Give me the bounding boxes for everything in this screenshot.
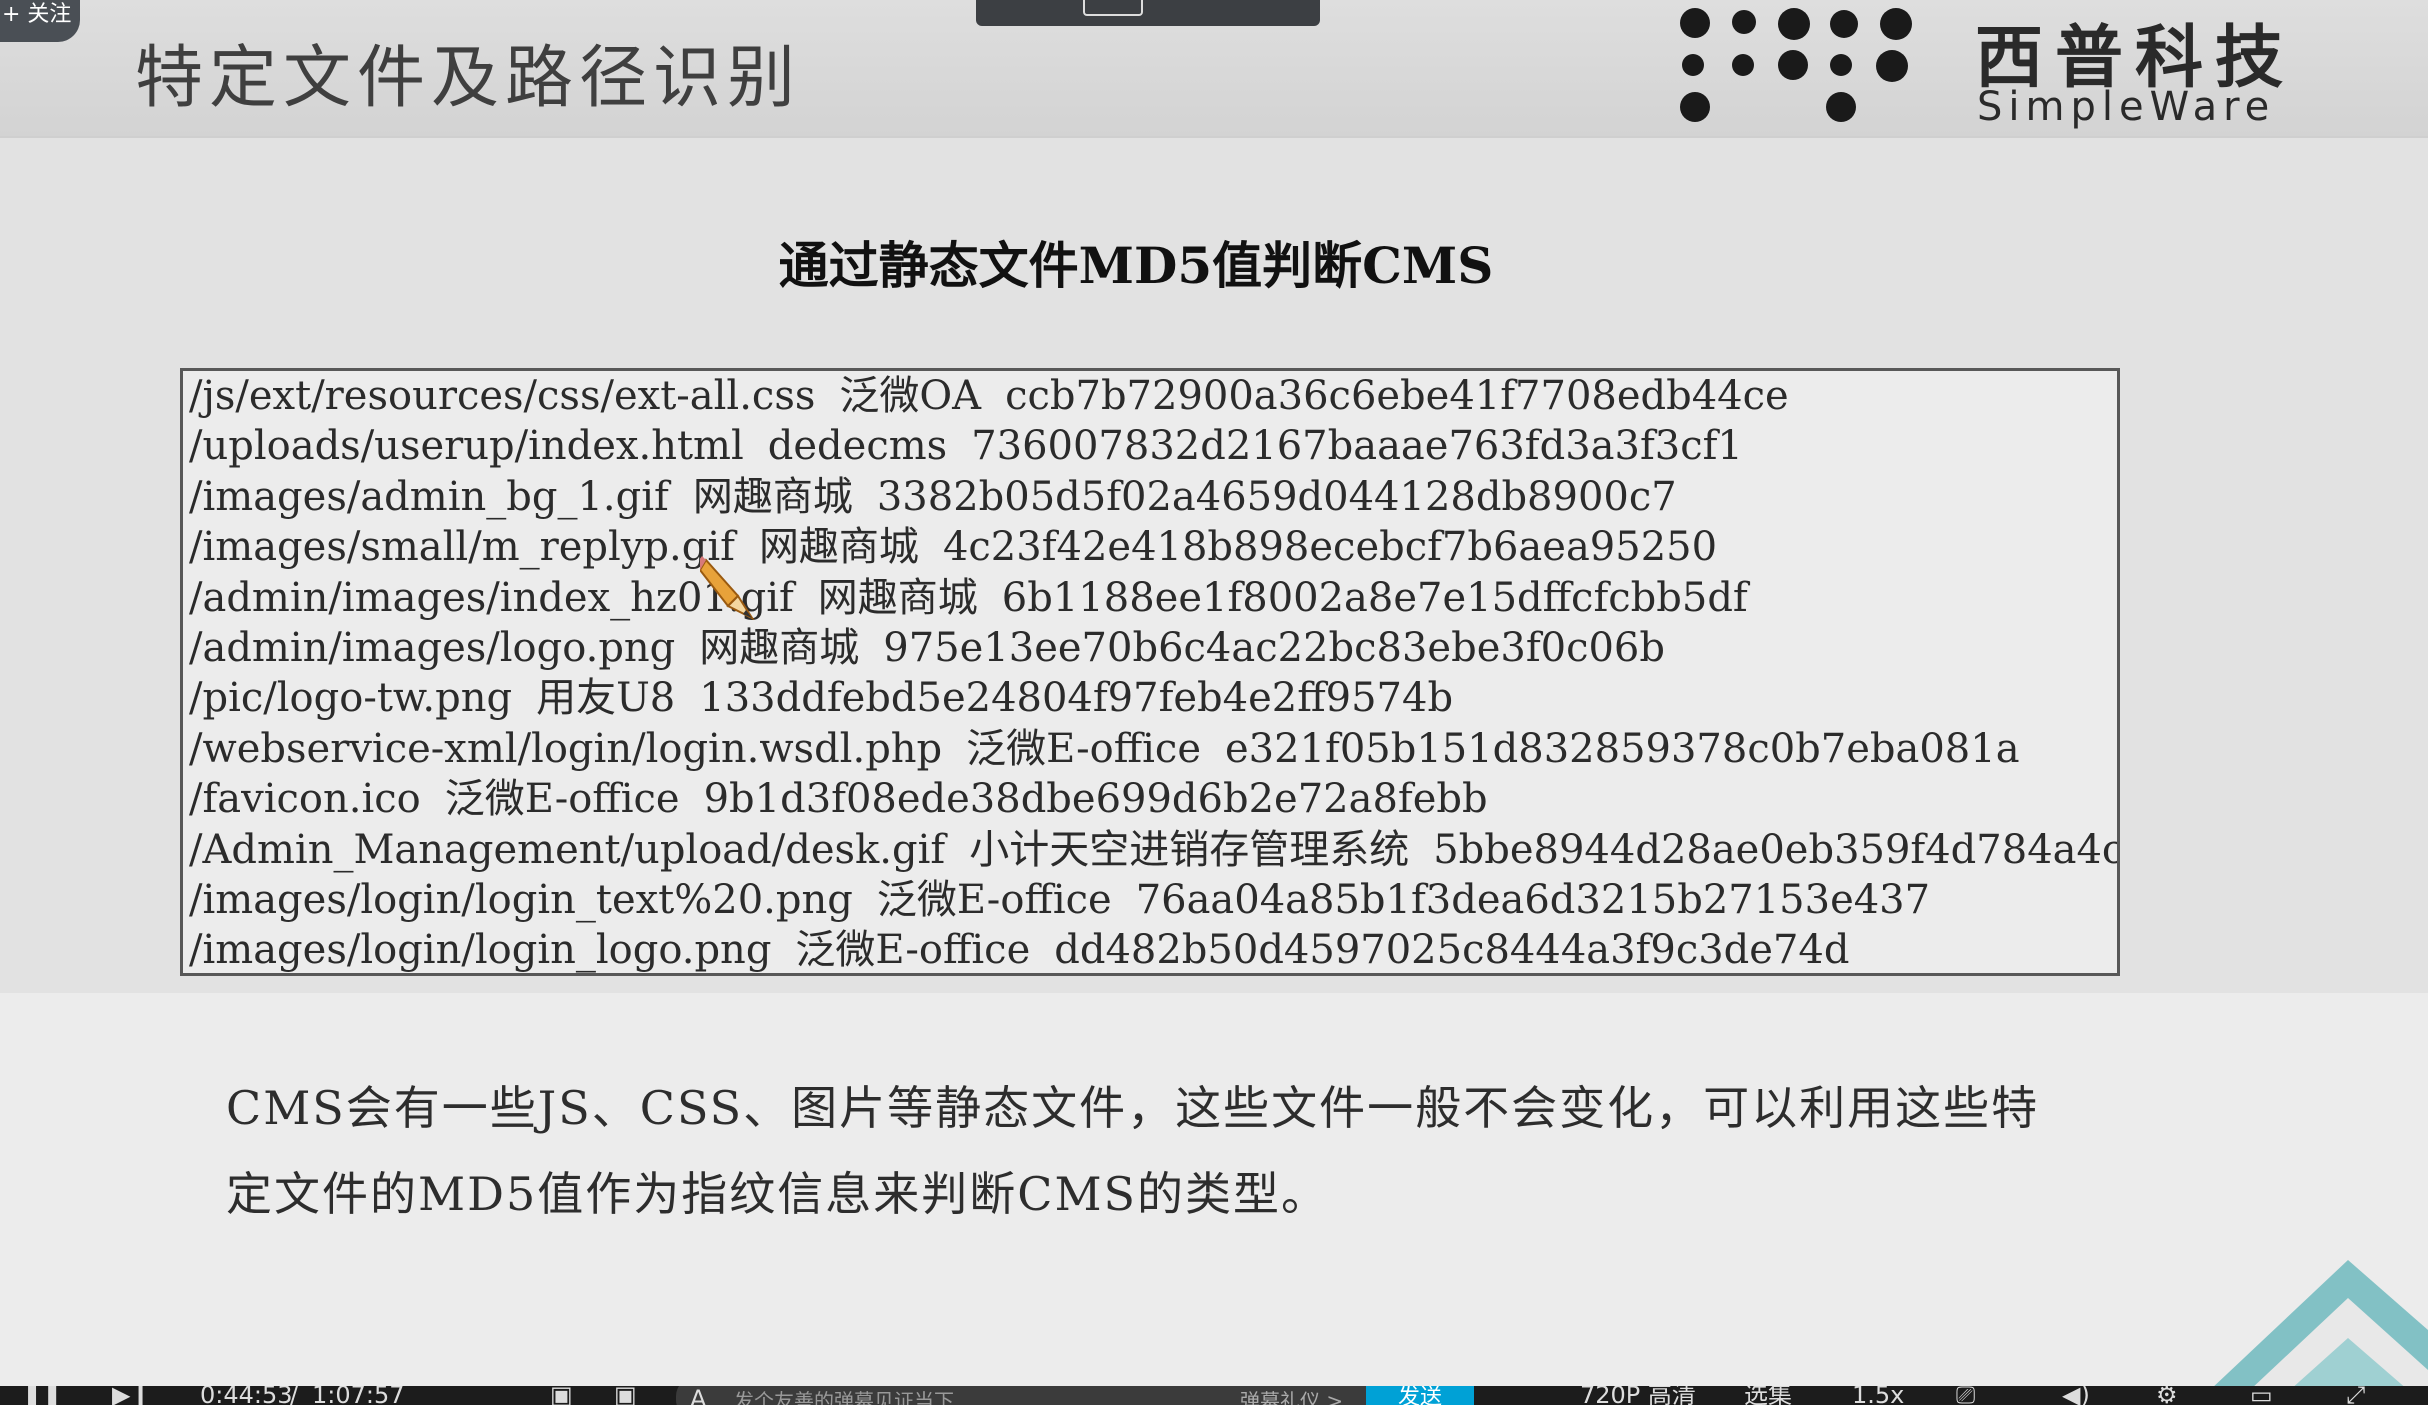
episodes-button[interactable]: 选集: [1744, 1386, 1792, 1405]
cms-name: 泛微E-office: [795, 927, 1031, 974]
cms-name: 网趣商城: [817, 574, 978, 621]
md5-hash: 975e13ee70b6c4ac22bc83ebe3f0c06b: [883, 624, 1665, 671]
md5-fingerprint-table: /js/ext/resources/css/ext-all.css 泛微OA ccb…: [180, 368, 2120, 976]
md5-hash: dd482b50d4597025c8444a3f9c3de74d: [1054, 927, 1850, 974]
video-player-bar: ❚❚ ▶❙ 0:44:53 / 1:07:57 ▣ ▣ A 发个友善的弹幕见证当…: [0, 1386, 2428, 1405]
danmaku-placeholder: 发个友善的弹幕见证当下: [734, 1389, 954, 1405]
md5-hash: 4c23f42e418b898ecebcf7b6aea95250: [942, 524, 1718, 571]
cms-name: 泛微E-office: [876, 876, 1112, 923]
cms-name: dedecms: [767, 423, 948, 470]
settings-icon[interactable]: ⚙: [2156, 1386, 2178, 1405]
brand-logo-dots: [1680, 8, 1940, 126]
file-path: /webservice-xml/login/login.wsdl.php: [189, 725, 943, 772]
md5-hash: 133ddfebd5e24804f97feb4e2ff9574b: [699, 675, 1454, 722]
pencil-cursor-icon: [700, 556, 754, 621]
slide-body: 通过静态文件MD5值判断CMS /js/ext/resources/css/ex…: [0, 138, 2428, 993]
follow-button[interactable]: + 关注: [0, 0, 80, 42]
cms-name: 泛微OA: [839, 373, 982, 419]
table-row: /images/login/login_logo.png 泛微E-office dd…: [183, 925, 2117, 974]
md5-hash: 9b1d3f08ede38dbe699d6b2e72a8febb: [703, 776, 1488, 823]
cms-name: 网趣商城: [699, 624, 860, 671]
cms-name: 用友U8: [536, 675, 676, 722]
table-row: /favicon.ico 泛微E-office 9b1d3f08ede38dbe69…: [183, 774, 2117, 824]
send-button[interactable]: 发送: [1366, 1386, 1474, 1405]
cms-name: 泛微E-office: [444, 776, 680, 823]
description-area: CMS会有一些JS、CSS、图片等静态文件，这些文件一般不会变化，可以利用这些特…: [0, 993, 2428, 1388]
table-row: /admin/images/logo.png 网趣商城 975e13ee70b6c4…: [183, 623, 2117, 673]
fullscreen-icon[interactable]: ⤢: [2346, 1386, 2365, 1405]
file-path: /js/ext/resources/css/ext-all.css: [189, 373, 816, 419]
table-row: /images/small/m_replyp.gif 网趣商城 4c23f42e41…: [183, 522, 2117, 572]
next-icon[interactable]: ▶❙: [112, 1386, 151, 1405]
md5-hash: 6b1188ee1f8002a8e7e15dffcfcbb5df: [1001, 574, 1748, 621]
time-total: 1:07:57: [312, 1386, 405, 1405]
table-row: /pic/logo-tw.png 用友U8 133ddfebd5e24804f97f…: [183, 673, 2117, 723]
table-row: /images/admin_bg_1.gif 网趣商城 3382b05d5f02a4…: [183, 472, 2117, 522]
cms-name: 网趣商城: [758, 524, 919, 571]
file-path: /Admin_Management/upload/desk.gif: [189, 826, 946, 873]
cms-name: 泛微E-office: [966, 725, 1201, 772]
danmaku-input[interactable]: A 发个友善的弹幕见证当下 弹幕礼仪 >: [676, 1386, 1366, 1405]
table-row: /admin/images/index_hz01.gif 网趣商城 6b1188ee…: [183, 573, 2117, 623]
cms-name: 网趣商城: [692, 473, 853, 520]
cms-name: 小计天空进销存管理系统: [969, 826, 1410, 873]
file-path: /images/admin_bg_1.gif: [189, 473, 669, 520]
table-row: /Admin_Management/upload/desk.gif 小计天空进销存…: [183, 825, 2117, 875]
danmaku-a-icon: A: [690, 1386, 707, 1405]
section-heading: 通过静态文件MD5值判断CMS: [778, 236, 1494, 295]
file-path: /images/login/login_text%20.png: [189, 876, 853, 923]
file-path: /images/login/login_logo.png: [189, 927, 772, 974]
widescreen-icon[interactable]: ▭: [2250, 1386, 2273, 1405]
md5-hash: ccb7b72900a36c6ebe41f7708edb44ce: [1005, 373, 1789, 419]
subtitle-icon[interactable]: ⎚: [1956, 1386, 1975, 1405]
description-text: CMS会有一些JS、CSS、图片等静态文件，这些文件一般不会变化，可以利用这些特…: [226, 1081, 2040, 1221]
file-path: /favicon.ico: [189, 776, 421, 823]
table-row: /uploads/userup/index.html dedecms 7360078…: [183, 421, 2117, 471]
table-row: /webservice-xml/login/login.wsdl.php 泛微E-…: [183, 724, 2117, 774]
brand-name-en: SimpleWare: [1977, 84, 2276, 130]
quality-selector[interactable]: 720P 高清: [1580, 1386, 1696, 1405]
file-path: /admin/images/logo.png: [189, 624, 676, 671]
danmaku-settings-icon[interactable]: ▣: [614, 1386, 637, 1405]
slide-title: 特定文件及路径识别: [135, 39, 802, 118]
volume-icon[interactable]: ◀): [2062, 1386, 2090, 1405]
corner-decoration: [2210, 1260, 2428, 1390]
md5-hash: e321f05b151d832859378c0b7eba081a: [1225, 725, 2020, 772]
time-separator: /: [290, 1386, 299, 1405]
top-collapse-tab[interactable]: [976, 0, 1320, 26]
table-row: /images/login/login_text%20.png 泛微E-offic…: [183, 875, 2117, 925]
table-row: /js/ext/resources/css/ext-all.css 泛微OA ccb…: [183, 371, 2117, 421]
file-path: /images/small/m_replyp.gif: [189, 524, 735, 571]
md5-hash: 76aa04a85b1f3dea6d3215b27153e437: [1135, 876, 1931, 923]
collapse-icon: [1083, 0, 1143, 16]
time-current: 0:44:53: [200, 1386, 293, 1405]
md5-hash: 5bbe8944d28ae0eb359f4d784a4c73cc: [1433, 826, 2120, 873]
md5-hash: 3382b05d5f02a4659d044128db8900c7: [876, 473, 1677, 520]
danmaku-etiquette-link[interactable]: 弹幕礼仪 >: [1240, 1386, 1343, 1405]
danmaku-toggle-icon[interactable]: ▣: [550, 1386, 573, 1405]
speed-selector[interactable]: 1.5x: [1852, 1386, 1904, 1405]
file-path: /pic/logo-tw.png: [189, 675, 513, 722]
pause-icon[interactable]: ❚❚: [22, 1386, 62, 1405]
slide-header: + 关注 特定文件及路径识别 西普科技 SimpleWare: [0, 0, 2428, 138]
file-path: /uploads/userup/index.html: [189, 423, 744, 470]
md5-hash: 736007832d2167baaae763fd3a3f3cf1: [971, 423, 1743, 470]
